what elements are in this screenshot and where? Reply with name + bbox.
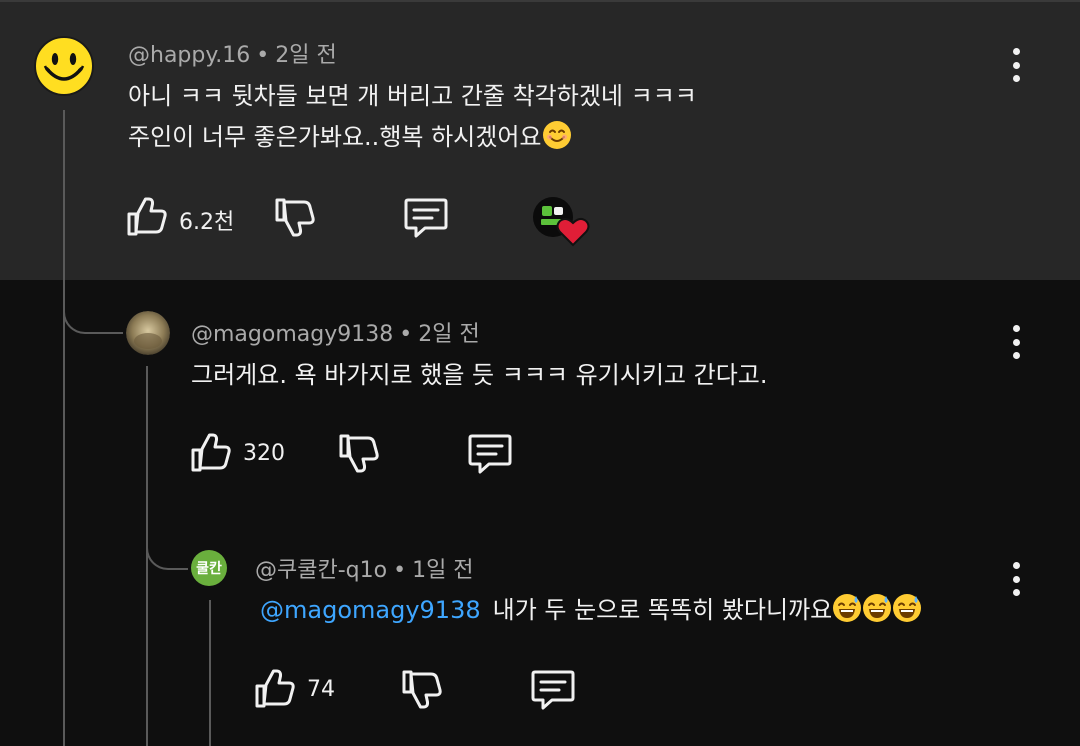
- more-options-button[interactable]: [1010, 562, 1022, 596]
- reply-icon[interactable]: [467, 432, 513, 476]
- comment-line-text: 내가 두 눈으로 똑똑히 봤다니까요: [492, 596, 833, 624]
- comment-meta: @magomagy9138 • 2일 전: [191, 316, 480, 348]
- photo-avatar-icon: [126, 311, 170, 355]
- timestamp: 1일 전: [412, 558, 474, 583]
- like-count: 320: [243, 441, 285, 466]
- separator-dot: •: [399, 322, 413, 347]
- thumbs-down-icon[interactable]: [338, 432, 380, 474]
- grinning-sweat-emoji: [833, 594, 862, 622]
- thumbs-up-icon[interactable]: [190, 432, 232, 474]
- author-handle[interactable]: @happy.16: [128, 43, 250, 68]
- comment-line: 아니 ㅋㅋ 뒷차들 보면 개 버리고 간줄 착각하겠네 ㅋㅋㅋ: [128, 82, 697, 110]
- grinning-sweat-emoji: [893, 594, 922, 622]
- smiling-face-emoji: [542, 121, 571, 149]
- avatar[interactable]: [34, 36, 94, 96]
- thumbs-down-icon[interactable]: [274, 196, 316, 238]
- like-count: 6.2천: [179, 210, 235, 235]
- separator-dot: •: [256, 43, 270, 68]
- comment-line: 주인이 너무 좋은가봐요..행복 하시겠어요: [128, 117, 572, 157]
- avatar[interactable]: [126, 311, 170, 355]
- author-handle[interactable]: @쿠쿨칸-q1o: [255, 558, 387, 583]
- reply-icon[interactable]: [530, 668, 576, 712]
- avatar[interactable]: 쿨칸: [191, 550, 227, 586]
- top-divider: [0, 0, 1080, 2]
- separator-dot: •: [393, 558, 407, 583]
- thumbs-up-icon[interactable]: [126, 196, 168, 238]
- creator-heart-icon: [556, 217, 590, 247]
- comment-line: @magomagy9138 내가 두 눈으로 똑똑히 봤다니까요: [260, 590, 922, 630]
- thumbs-up-icon[interactable]: [254, 668, 296, 710]
- reply-icon[interactable]: [403, 196, 449, 240]
- thumbs-down-icon[interactable]: [401, 668, 443, 710]
- comment-line-text: 주인이 너무 좋은가봐요..행복 하시겠어요: [128, 123, 542, 151]
- reply-connector: [146, 530, 188, 570]
- timestamp: 2일 전: [418, 322, 480, 347]
- thread-line: [63, 110, 65, 746]
- reply-connector: [63, 280, 123, 334]
- timestamp: 2일 전: [275, 43, 337, 68]
- thread-line: [209, 600, 211, 746]
- more-options-button[interactable]: [1010, 325, 1022, 359]
- smiley-face-icon: [34, 36, 94, 96]
- author-handle[interactable]: @magomagy9138: [191, 322, 393, 347]
- grinning-sweat-emoji: [863, 594, 892, 622]
- like-count: 74: [307, 677, 335, 702]
- user-mention-link[interactable]: @magomagy9138: [260, 596, 481, 624]
- more-options-button[interactable]: [1010, 48, 1022, 82]
- comment-line: 그러게요. 욕 바가지로 했을 듯 ㅋㅋㅋ 유기시키고 간다고.: [191, 361, 768, 389]
- comment-meta: @happy.16 • 2일 전: [128, 37, 337, 69]
- avatar-initials: 쿨칸: [196, 561, 222, 577]
- comment-meta: @쿠쿨칸-q1o • 1일 전: [255, 552, 474, 584]
